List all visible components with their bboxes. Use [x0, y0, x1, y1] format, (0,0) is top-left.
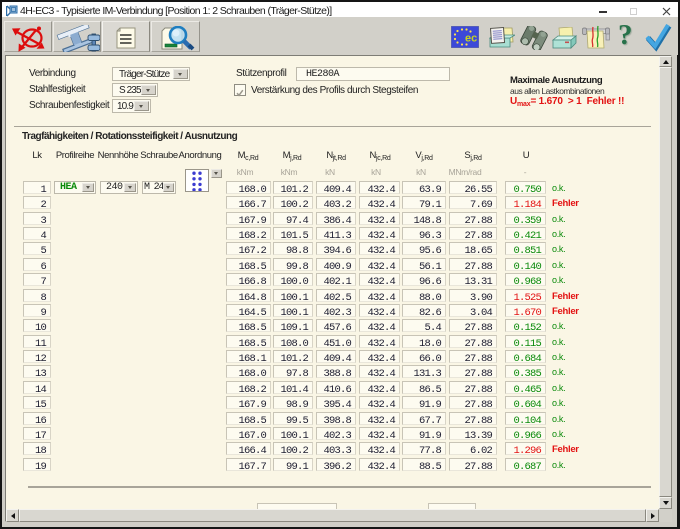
svg-text:ec: ec: [465, 33, 477, 45]
